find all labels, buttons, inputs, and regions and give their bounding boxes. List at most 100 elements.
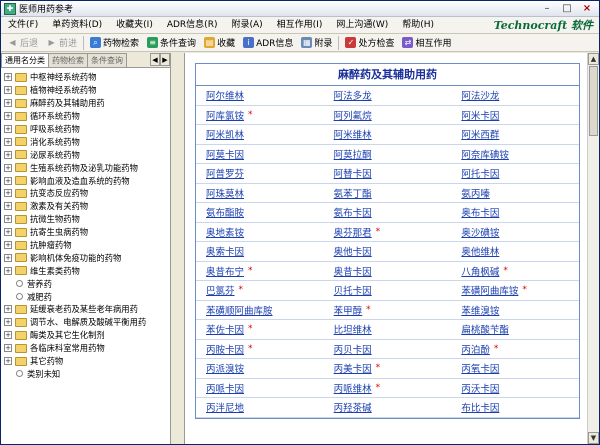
drug-link[interactable]: 阿米维林	[334, 127, 372, 141]
tree-item[interactable]: 营养药	[4, 277, 170, 290]
drug-link[interactable]: 丙哌卡因	[206, 381, 244, 395]
scroll-up-icon[interactable]: ▲	[588, 53, 599, 65]
tree-item[interactable]: + 泌尿系统药物	[4, 148, 170, 161]
menu-adr[interactable]: ADR信息(R)	[160, 17, 225, 34]
drug-link[interactable]: 丙沃卡因	[461, 381, 499, 395]
drug-link[interactable]: 丙派溴铵	[206, 361, 244, 375]
menu-file[interactable]: 文件(F)	[1, 17, 45, 34]
drug-link[interactable]: 贝托卡因	[334, 283, 372, 297]
tree-item[interactable]: + 中枢神经系统药物	[4, 71, 170, 84]
expand-icon[interactable]: +	[4, 112, 12, 121]
drug-link[interactable]: 丙哌维林	[334, 381, 372, 395]
tree-item[interactable]: + 生殖系统药物及泌乳功能药物	[4, 161, 170, 174]
drug-link[interactable]: 八角枫碱	[461, 264, 499, 278]
drug-link[interactable]: 丙氧卡因	[461, 361, 499, 375]
title-bar[interactable]: ✚ 医师用药参考 – □ ×	[1, 1, 599, 17]
tab-generic-category[interactable]: 通用名分类	[1, 53, 49, 67]
drug-link[interactable]: 苯磺顺阿曲库胺	[206, 303, 273, 317]
adr-button[interactable]: i ADR信息	[239, 35, 297, 51]
tree-item[interactable]: + 影响血液及造血系统的药物	[4, 174, 170, 187]
menu-appendix[interactable]: 附录(A)	[224, 17, 269, 34]
condition-search-button[interactable]: ≡ 条件查询	[143, 35, 200, 51]
tree-item[interactable]: + 抗变态反应药物	[4, 187, 170, 200]
tab-scroll-left-icon[interactable]: ◀	[150, 53, 160, 66]
drug-link[interactable]: 阿托卡因	[461, 166, 499, 180]
drug-link[interactable]: 阿米卡因	[461, 108, 499, 122]
drug-link[interactable]: 阿米凯林	[206, 127, 244, 141]
drug-link[interactable]: 奥芬那君	[334, 225, 372, 239]
drug-link[interactable]: 奥他卡因	[334, 244, 372, 258]
expand-icon[interactable]: +	[4, 357, 12, 366]
menu-online[interactable]: 网上沟通(W)	[329, 17, 395, 34]
tab-scroll-right-icon[interactable]: ▶	[160, 53, 170, 66]
drug-link[interactable]: 阿替卡因	[334, 166, 372, 180]
drug-link[interactable]: 氨苯丁酯	[334, 186, 372, 200]
drug-link[interactable]: 苯磺阿曲库铵	[461, 283, 518, 297]
menu-favorites[interactable]: 收藏夹(I)	[109, 17, 160, 34]
expand-icon[interactable]: +	[4, 176, 12, 185]
prescription-check-button[interactable]: ✓ 处方检查	[341, 35, 398, 51]
scroll-thumb[interactable]	[589, 66, 598, 136]
expand-icon[interactable]: +	[4, 202, 12, 211]
tree-item[interactable]: + 抗肿瘤药物	[4, 239, 170, 252]
tree-item[interactable]: 减肥药	[4, 290, 170, 303]
appendix-button[interactable]: ▦ 附录	[297, 35, 336, 51]
menu-help[interactable]: 帮助(H)	[395, 17, 441, 34]
drug-link[interactable]: 氨布酯胺	[206, 205, 244, 219]
drug-link[interactable]: 阿莫拉酮	[334, 147, 372, 161]
drug-link[interactable]: 苯佐卡因	[206, 322, 244, 336]
expand-icon[interactable]: +	[4, 318, 12, 327]
expand-icon[interactable]: +	[4, 86, 12, 95]
drug-link[interactable]: 氨丙嗪	[461, 186, 490, 200]
expand-icon[interactable]: +	[4, 99, 12, 108]
tree-item[interactable]: + 维生素类药物	[4, 264, 170, 277]
drug-link[interactable]: 苯甲醇	[334, 303, 363, 317]
maximize-button[interactable]: □	[557, 2, 577, 16]
tree-item[interactable]: + 抗寄生虫病药物	[4, 226, 170, 239]
drug-link[interactable]: 阿法沙龙	[461, 88, 499, 102]
tree-item[interactable]: + 麻醉药及其辅助用药	[4, 97, 170, 110]
drug-link[interactable]: 阿法多龙	[334, 88, 372, 102]
drug-link[interactable]: 丙贝卡因	[334, 342, 372, 356]
tree-item[interactable]: + 酶类及其它生化制剂	[4, 329, 170, 342]
drug-link[interactable]: 奥他维林	[461, 244, 499, 258]
tree-item[interactable]: + 调节水、电解质及酸碱平衡用药	[4, 316, 170, 329]
tree-item[interactable]: + 抗微生物药物	[4, 213, 170, 226]
drug-link[interactable]: 奥沙碘铵	[461, 225, 499, 239]
tree-item[interactable]: + 影响机体免疫功能的药物	[4, 251, 170, 264]
tree-item[interactable]: 类别未知	[4, 367, 170, 380]
drug-link[interactable]: 阿莫卡因	[206, 147, 244, 161]
favorites-button[interactable]: ▤ 收藏	[200, 35, 239, 51]
drug-link[interactable]: 阿库氯铵	[206, 108, 244, 122]
expand-icon[interactable]: +	[4, 215, 12, 224]
tree-item[interactable]: + 延缓衰老药及某些老年病用药	[4, 303, 170, 316]
close-button[interactable]: ×	[577, 2, 597, 16]
drug-search-button[interactable]: ⌕ 药物检索	[86, 35, 143, 51]
menu-interaction[interactable]: 相互作用(I)	[270, 17, 330, 34]
drug-link[interactable]: 丙羟茶碱	[334, 400, 372, 414]
tree-item[interactable]: + 各临床科室常用药物	[4, 342, 170, 355]
tree-item[interactable]: + 其它药物	[4, 355, 170, 368]
expand-icon[interactable]: +	[4, 137, 12, 146]
drug-link[interactable]: 阿奈库碘铵	[461, 147, 509, 161]
tree-item[interactable]: + 循环系统药物	[4, 110, 170, 123]
drug-link[interactable]: 奥昔布宁	[206, 264, 244, 278]
drug-link[interactable]: 奥地素铵	[206, 225, 244, 239]
drug-link[interactable]: 丙泊酚	[461, 342, 490, 356]
back-button[interactable]: ◀ 后退	[3, 35, 42, 51]
menu-drug-info[interactable]: 单药资料(D)	[45, 17, 109, 34]
minimize-button[interactable]: –	[537, 2, 557, 16]
expand-icon[interactable]: +	[4, 163, 12, 172]
drug-link[interactable]: 氨布卡因	[334, 205, 372, 219]
drug-link[interactable]: 奥布卡因	[461, 205, 499, 219]
expand-icon[interactable]: +	[4, 189, 12, 198]
drug-link[interactable]: 丙胺卡因	[206, 342, 244, 356]
drug-link[interactable]: 扁桃酸苄酯	[461, 322, 509, 336]
expand-icon[interactable]: +	[4, 150, 12, 159]
scroll-down-icon[interactable]: ▼	[588, 432, 599, 444]
drug-link[interactable]: 布比卡因	[461, 400, 499, 414]
expand-icon[interactable]: +	[4, 266, 12, 275]
drug-link[interactable]: 丙美卡因	[334, 361, 372, 375]
expand-icon[interactable]: +	[4, 305, 12, 314]
tree-item[interactable]: + 激素及有关药物	[4, 200, 170, 213]
